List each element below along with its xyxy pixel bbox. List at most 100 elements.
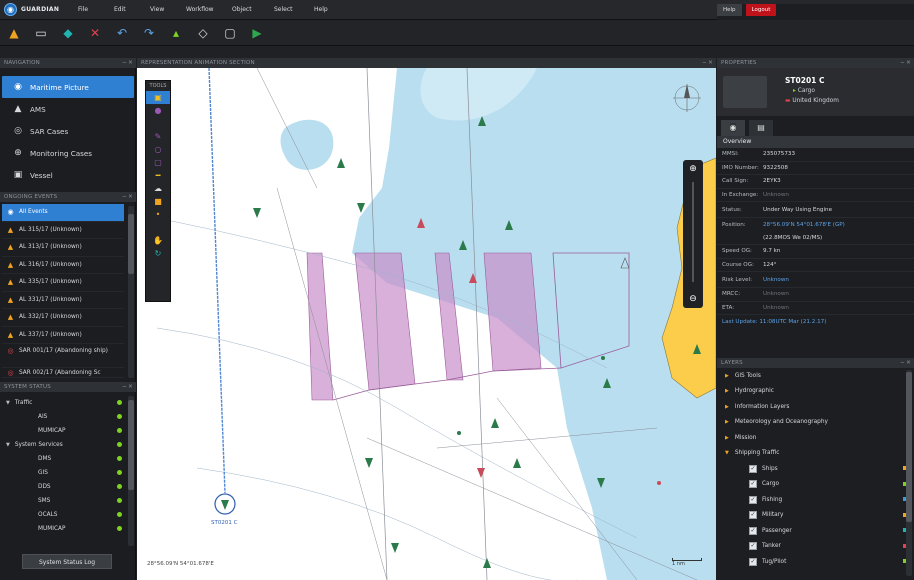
prop-row: Speed OG: 9.7 kn [717, 245, 914, 259]
tools-label: TOOLS [149, 83, 167, 89]
layer-checkbox[interactable]: ✓ [749, 526, 757, 535]
delete-icon[interactable]: ✕ [87, 25, 103, 41]
menu-object[interactable]: Object [228, 6, 270, 13]
warning-icon: ▲ [7, 278, 14, 287]
globe-icon: ◉ [7, 208, 14, 217]
polygon-tool-icon[interactable]: ▢ [146, 156, 170, 169]
menu-select[interactable]: Select [270, 6, 310, 13]
layer-item[interactable]: ✓ Military [717, 508, 914, 524]
nav-ams[interactable]: ▲ AMS [2, 98, 134, 120]
system-status-header: SYSTEM STATUS ─ ✕ [0, 382, 136, 392]
maritime-map[interactable]: ST0201 C [137, 68, 716, 580]
layer-group-shipping-traffic[interactable]: ▼ Shipping Traffic [717, 446, 914, 462]
layer-item[interactable]: ✓ Tanker [717, 539, 914, 555]
layer-group[interactable]: ▶ Hydrographic [717, 384, 914, 400]
nav-label: Monitoring Cases [30, 148, 93, 158]
layer-checkbox[interactable]: ✓ [749, 542, 757, 551]
layer-checkbox[interactable]: ✓ [749, 511, 757, 520]
redo-icon[interactable]: ↷ [141, 25, 157, 41]
hand-tool-icon[interactable]: ✋ [146, 234, 170, 247]
refresh-tool-icon[interactable]: ↻ [146, 247, 170, 260]
cloud-tool-icon[interactable]: ☁ [146, 182, 170, 195]
zoom-out-icon[interactable]: ⊖ [683, 294, 703, 304]
layer-checkbox[interactable]: ✓ [749, 464, 757, 473]
menu-edit[interactable]: Edit [110, 6, 146, 13]
select-tool-icon[interactable]: ▣ [146, 91, 170, 104]
nav-monitoring-cases[interactable]: ⊕ Monitoring Cases [2, 142, 134, 164]
event-item[interactable]: ▲ AL 337/17 (Unknown) [2, 327, 124, 344]
layers-scrollbar[interactable] [906, 370, 912, 576]
logout-button[interactable]: Logout [745, 4, 777, 16]
menu-view[interactable]: View [146, 6, 182, 13]
risk-level-link[interactable]: Unknown [763, 277, 789, 283]
event-item[interactable]: ▲ AL 315/17 (Unknown) [2, 222, 124, 239]
layer-group[interactable]: ▶ Information Layers [717, 399, 914, 415]
event-item[interactable]: ▲ AL 332/17 (Unknown) [2, 309, 124, 327]
event-item[interactable]: ▲ AL 335/17 (Unknown) [2, 274, 124, 292]
toolbar: ▲ ▭ ◆ ✕ ↶ ↷ ▴ ◇ ▢ ▶ [0, 20, 914, 46]
play-icon[interactable]: ▶ [249, 25, 265, 41]
event-item-sar[interactable]: ◎ SAR 002/17 (Abandoning Sc [2, 368, 124, 378]
layers-icon[interactable]: ◆ [60, 25, 76, 41]
status-scrollbar[interactable] [128, 396, 134, 546]
layer-group[interactable]: ▶ Mission [717, 430, 914, 446]
status-group-system-services[interactable]: ▼ System Services [0, 438, 136, 452]
prop-row: ETA: Unknown [717, 302, 914, 315]
layer-checkbox[interactable]: ✓ [749, 480, 757, 489]
marker-tool-icon[interactable]: • [146, 208, 170, 221]
note-tool-icon[interactable]: ■ [146, 195, 170, 208]
event-item[interactable]: ▲ AL 331/17 (Unknown) [2, 292, 124, 309]
tab-documents[interactable]: ▤ [749, 120, 773, 136]
layer-checkbox[interactable]: ✓ [749, 495, 757, 504]
events-scrollbar[interactable] [128, 206, 134, 378]
measure-tool-icon[interactable]: ✎ [146, 130, 170, 143]
status-ok-icon [117, 470, 122, 475]
point-tool-icon[interactable]: ● [146, 104, 170, 117]
circle-tool-icon[interactable]: ○ [146, 143, 170, 156]
position-dot [601, 356, 605, 360]
status-item: OCALS [0, 508, 136, 522]
layer-checkbox[interactable]: ✓ [749, 557, 757, 566]
menu-help[interactable]: Help [310, 6, 346, 13]
layers-header: LAYERS ─ ✕ [717, 358, 914, 368]
layer-item[interactable]: ✓ Fishing [717, 492, 914, 508]
nav-maritime-picture[interactable]: ◉ Maritime Picture [2, 76, 134, 98]
tab-overview[interactable]: ◉ [721, 120, 745, 136]
status-ok-icon [117, 414, 122, 419]
nav-vessel[interactable]: ▣ Vessel [2, 164, 134, 186]
layer-item[interactable]: ✓ Passenger [717, 523, 914, 539]
track-icon[interactable]: ▴ [168, 25, 184, 41]
layer-item[interactable]: ✓ Cargo [717, 477, 914, 493]
undo-icon[interactable]: ↶ [114, 25, 130, 41]
warning-icon: ▲ [7, 260, 14, 269]
system-status-log-button[interactable]: System Status Log [22, 554, 112, 569]
event-item[interactable]: ▲ AL 316/17 (Unknown) [2, 257, 124, 274]
zoom-slider[interactable] [692, 182, 694, 282]
vessel-marker [357, 203, 365, 213]
event-item-sar[interactable]: ◎ SAR 001/17 (Abandoning ship) [2, 344, 124, 368]
menu-workflow[interactable]: Workflow [182, 6, 228, 13]
layer-group[interactable]: ▶ Meteorology and Oceanography [717, 415, 914, 431]
position-link[interactable]: 28°56.09'N 54°01.678'E (GP) [763, 222, 845, 228]
nav-sar-cases[interactable]: ◎ SAR Cases [2, 120, 134, 142]
event-item[interactable]: ▲ AL 313/17 (Unknown) [2, 239, 124, 257]
zoom-control[interactable]: ⊕ ⊖ [683, 160, 703, 308]
layer-group[interactable]: ▶ GIS Tools [717, 368, 914, 384]
layer-item[interactable]: ✓ Ships [717, 461, 914, 477]
event-item-all[interactable]: ◉ All Events [2, 204, 124, 222]
caret-right-icon: ▶ [725, 419, 729, 426]
help-button[interactable]: Help [717, 4, 742, 16]
new-case-icon[interactable]: ▭ [33, 25, 49, 41]
menu-file[interactable]: File [74, 6, 110, 13]
ship-alert-icon[interactable]: ▲ [6, 25, 22, 41]
status-group-traffic[interactable]: ▼ Traffic [0, 396, 136, 410]
line-tool-icon[interactable]: ━ [146, 169, 170, 182]
app-brand: GUARDIAN [21, 6, 60, 13]
zoom-in-icon[interactable]: ⊕ [683, 164, 703, 174]
export-icon[interactable]: ▢ [222, 25, 238, 41]
layer-item[interactable]: ✓ Tug/Pilot [717, 554, 914, 570]
area-icon[interactable]: ◇ [195, 25, 211, 41]
app-logo: ◉ GUARDIAN [4, 3, 74, 16]
overview-section-title: Overview [717, 136, 914, 148]
navigation-panel: NAVIGATION ─ ✕ ◉ Maritime Picture ▲ AMS ◎… [0, 58, 136, 192]
